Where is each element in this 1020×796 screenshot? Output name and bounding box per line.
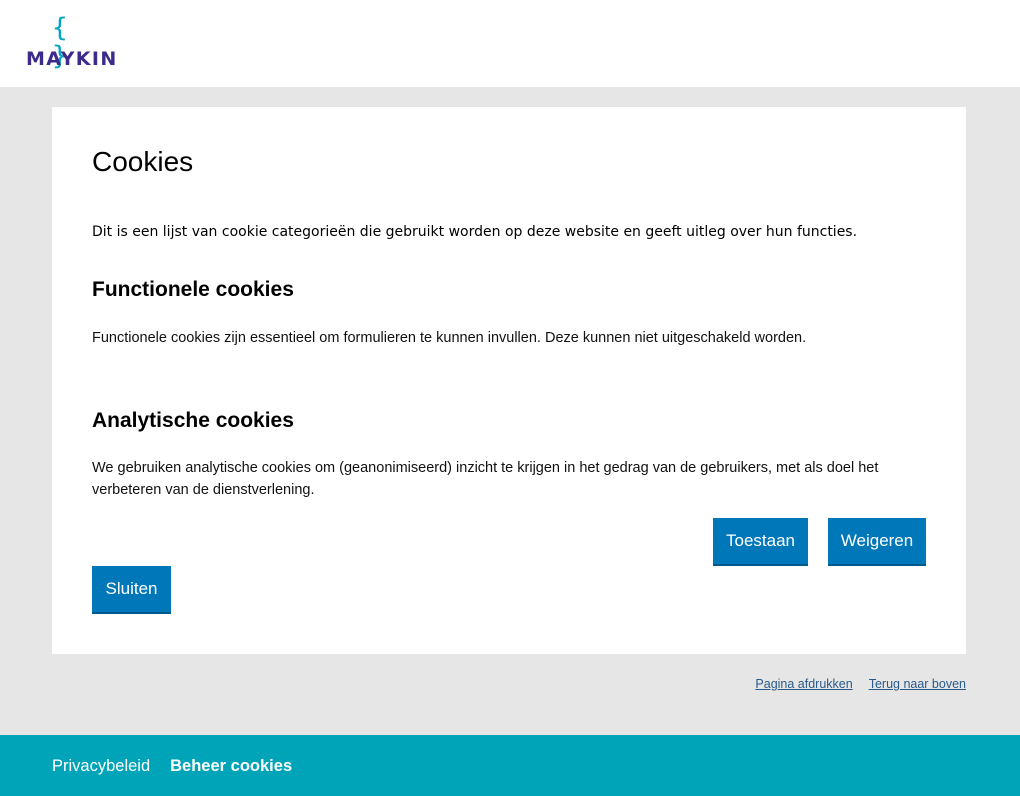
functional-cookies-text: Functionele cookies zijn essentieel om f… [92,330,807,346]
close-button[interactable]: Sluiten [92,566,171,614]
manage-cookies-link[interactable]: Beheer cookies [170,755,292,777]
utility-links: Pagina afdrukken Terug naar boven [755,676,966,692]
privacy-policy-link[interactable]: Privacybeleid [52,755,150,777]
page-title: Cookies [92,146,194,177]
functional-cookies-title: Functionele cookies [92,278,294,301]
site-footer: Privacybeleid Beheer cookies [0,735,1020,796]
logo-text: MAYKIN [26,48,118,70]
footer-links: Privacybeleid Beheer cookies [52,755,292,777]
intro-text: Dit is een lijst van cookie categorieën … [92,224,858,240]
back-to-top-link[interactable]: Terug naar boven [869,676,966,692]
allow-button[interactable]: Toestaan [713,518,808,566]
cookie-card: Cookies Dit is een lijst van cookie cate… [52,107,966,654]
print-page-link[interactable]: Pagina afdrukken [755,676,852,692]
deny-button[interactable]: Weigeren [828,518,926,566]
analytic-cookies-text: We gebruiken analytische cookies om (gea… [92,460,879,498]
analytic-cookies-title: Analytische cookies [92,409,294,432]
site-header: { } MAYKIN [0,0,1020,87]
maykin-logo[interactable]: { } MAYKIN [26,14,116,70]
